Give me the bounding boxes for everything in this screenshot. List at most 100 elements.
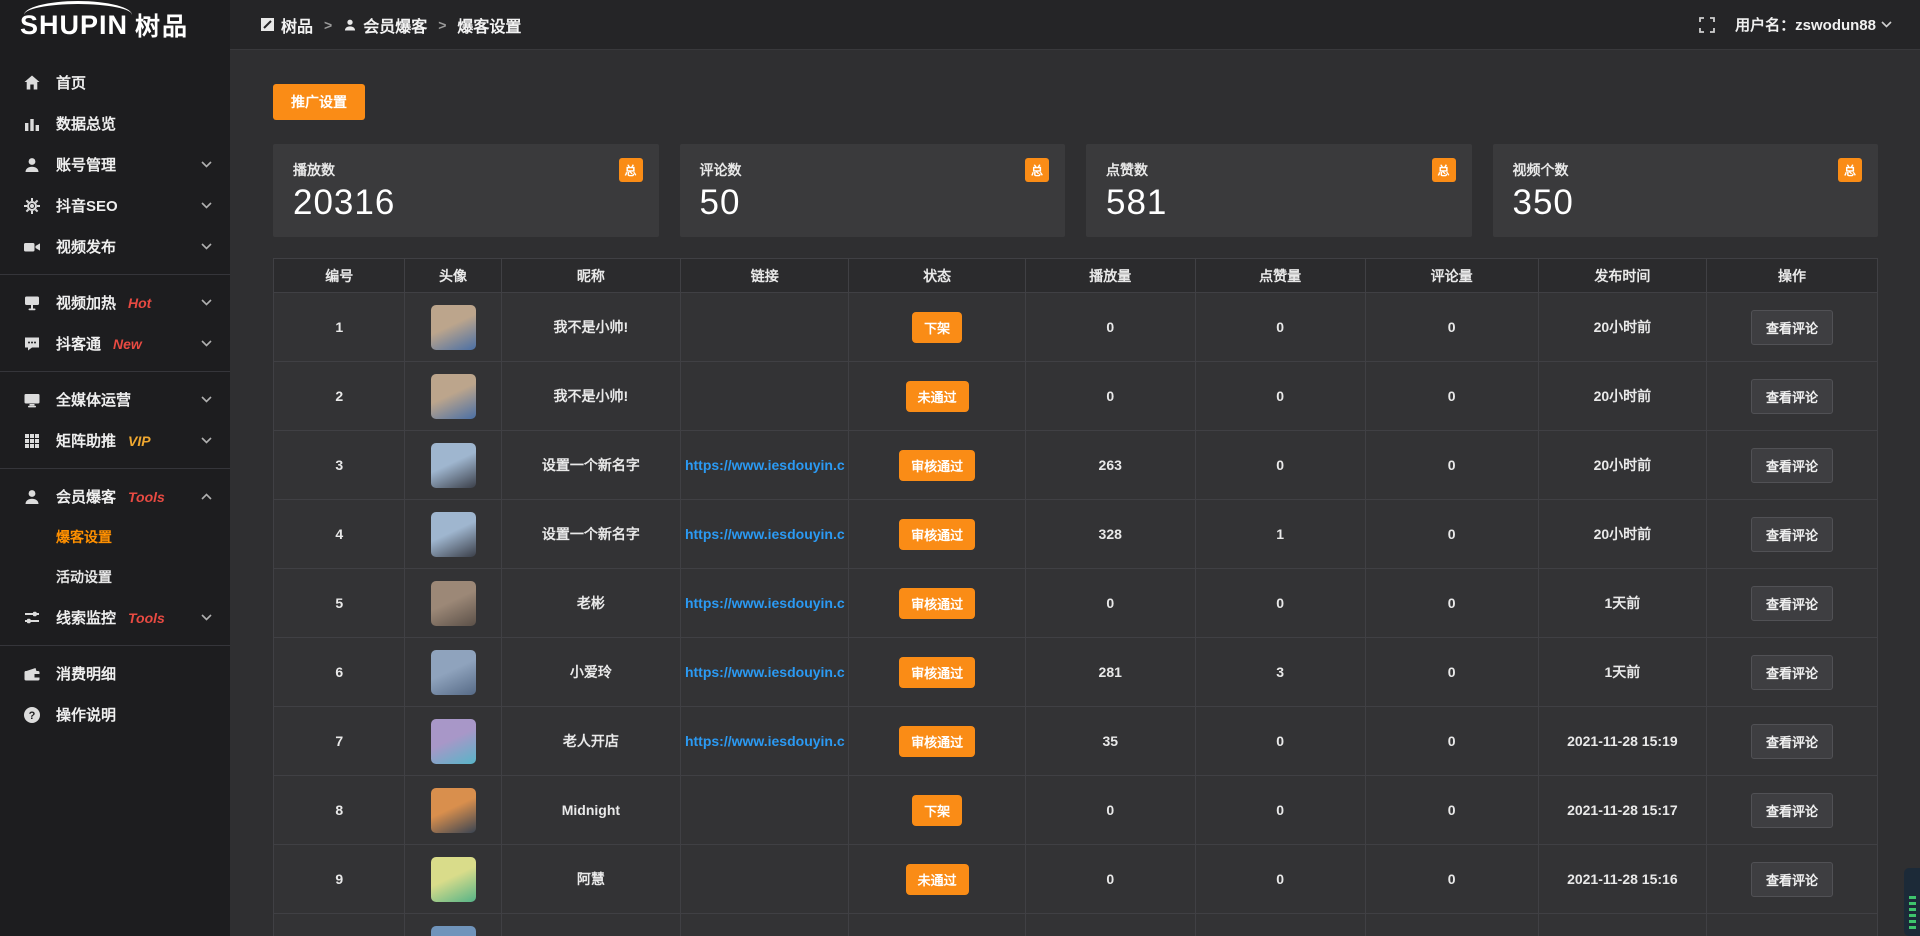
view-comments-button[interactable]: 查看评论 <box>1751 586 1833 621</box>
sidebar-item-member-baoke[interactable]: 会员爆客 Tools <box>0 476 230 517</box>
avatar <box>431 719 476 764</box>
cell-link <box>681 776 849 844</box>
cell-link: https://www.iesdouyin.c <box>681 707 849 775</box>
sidebar-item-douyin-seo[interactable]: 抖音SEO <box>0 185 230 226</box>
cell-avatar <box>405 707 501 775</box>
stat-value: 581 <box>1106 183 1452 223</box>
sidebar-item-omnimedia[interactable]: 全媒体运营 <box>0 379 230 420</box>
avatar <box>431 857 476 902</box>
cell-nickname <box>502 914 682 936</box>
logo-arc <box>24 1 132 15</box>
cell-link: https://www.iesdouyin.c <box>681 569 849 637</box>
video-link[interactable]: https://www.iesdouyin.c <box>685 733 845 749</box>
cell-plays: 328 <box>1026 500 1196 568</box>
chevron-down-icon <box>201 161 212 168</box>
stat-value: 20316 <box>293 183 639 223</box>
svg-text:?: ? <box>29 710 36 722</box>
sidebar-item-consumption-detail[interactable]: 消费明细 <box>0 653 230 694</box>
user-icon <box>22 156 42 174</box>
cell-plays: 0 <box>1026 293 1196 361</box>
cell-action: 查看评论 <box>1707 569 1877 637</box>
cell-action: 查看评论 <box>1707 500 1877 568</box>
bar-chart-icon <box>22 115 42 133</box>
cell-likes: 0 <box>1196 845 1366 913</box>
sidebar-item-account-manage[interactable]: 账号管理 <box>0 144 230 185</box>
sliders-icon <box>22 609 42 627</box>
video-link[interactable]: https://www.iesdouyin.c <box>685 595 845 611</box>
floating-widget[interactable] <box>1904 868 1920 936</box>
view-comments-button[interactable]: 查看评论 <box>1751 517 1833 552</box>
cell-nickname: 设置一个新名字 <box>502 431 682 499</box>
col-header-plays: 播放量 <box>1026 259 1196 292</box>
stat-label: 播放数 <box>293 160 639 180</box>
sidebar-item-data-overview[interactable]: 数据总览 <box>0 103 230 144</box>
cell-time: 20小时前 <box>1539 293 1707 361</box>
user-menu[interactable]: 用户名：zswodun88 <box>1735 14 1892 35</box>
cell-id: 2 <box>274 362 405 430</box>
cell-status: 未通过 <box>849 845 1025 913</box>
breadcrumb-root[interactable]: 树品 <box>281 13 313 37</box>
breadcrumb: 树品 > 会员爆客 > 爆客设置 <box>260 13 521 37</box>
cell-comments: 0 <box>1366 707 1539 775</box>
sidebar-subitem-baoke-settings[interactable]: 爆客设置 <box>0 517 230 557</box>
col-header-status: 状态 <box>849 259 1025 292</box>
cell-nickname: 老彬 <box>502 569 682 637</box>
sidebar-divider <box>0 645 230 646</box>
sidebar-divider <box>0 274 230 275</box>
avatar <box>431 926 476 936</box>
cell-avatar <box>405 776 501 844</box>
avatar <box>431 374 476 419</box>
chevron-up-icon <box>201 493 212 500</box>
sidebar-item-lead-monitor[interactable]: 线索监控 Tools <box>0 597 230 638</box>
view-comments-button[interactable]: 查看评论 <box>1751 655 1833 690</box>
status-badge: 下架 <box>912 795 962 826</box>
view-comments-button[interactable]: 查看评论 <box>1751 448 1833 483</box>
gear-icon <box>22 197 42 215</box>
video-link[interactable]: https://www.iesdouyin.c <box>685 457 845 473</box>
sidebar-item-video-heat[interactable]: 视频加热 Hot <box>0 282 230 323</box>
cell-id: 3 <box>274 431 405 499</box>
cell-comments: 0 <box>1366 776 1539 844</box>
sidebar-item-matrix-boost[interactable]: 矩阵助推 VIP <box>0 420 230 461</box>
status-badge: 未通过 <box>906 381 969 412</box>
table-row: 10 <box>274 913 1877 936</box>
video-link[interactable]: https://www.iesdouyin.c <box>685 664 845 680</box>
app-logo: SHUPIN 树品 <box>0 0 230 50</box>
sidebar-item-label: 账号管理 <box>56 154 116 175</box>
breadcrumb-section[interactable]: 会员爆客 <box>363 13 427 37</box>
promo-settings-button[interactable]: 推广设置 <box>273 84 365 120</box>
col-header-likes: 点赞量 <box>1196 259 1366 292</box>
cell-plays: 263 <box>1026 431 1196 499</box>
cell-plays: 0 <box>1026 776 1196 844</box>
tools-badge: Tools <box>128 489 165 505</box>
video-link[interactable]: https://www.iesdouyin.c <box>685 526 845 542</box>
view-comments-button[interactable]: 查看评论 <box>1751 310 1833 345</box>
total-badge: 总 <box>1432 158 1456 182</box>
cell-plays: 0 <box>1026 569 1196 637</box>
grid-icon <box>22 432 42 450</box>
sidebar-item-video-publish[interactable]: 视频发布 <box>0 226 230 267</box>
view-comments-button[interactable]: 查看评论 <box>1751 379 1833 414</box>
fullscreen-icon[interactable] <box>1699 17 1715 33</box>
cell-comments: 0 <box>1366 431 1539 499</box>
sidebar-divider <box>0 371 230 372</box>
cell-nickname: 我不是小帅! <box>502 293 682 361</box>
col-header-time: 发布时间 <box>1539 259 1707 292</box>
view-comments-button[interactable]: 查看评论 <box>1751 724 1833 759</box>
stat-value: 50 <box>700 183 1046 223</box>
sidebar-subitem-activity-settings[interactable]: 活动设置 <box>0 557 230 597</box>
sidebar-item-douketong[interactable]: 抖客通 New <box>0 323 230 364</box>
cell-link <box>681 362 849 430</box>
sidebar-item-home[interactable]: 首页 <box>0 62 230 103</box>
cell-likes: 0 <box>1196 362 1366 430</box>
chevron-down-icon <box>201 299 212 306</box>
sidebar-item-label: 视频加热 <box>56 292 116 313</box>
stat-value: 350 <box>1513 183 1859 223</box>
view-comments-button[interactable]: 查看评论 <box>1751 862 1833 897</box>
sidebar-item-instructions[interactable]: ? 操作说明 <box>0 694 230 735</box>
cell-nickname: 老人开店 <box>502 707 682 775</box>
cell-id: 4 <box>274 500 405 568</box>
table-row: 4设置一个新名字https://www.iesdouyin.c审核通过32810… <box>274 499 1877 568</box>
view-comments-button[interactable]: 查看评论 <box>1751 793 1833 828</box>
stat-label: 评论数 <box>700 160 1046 180</box>
